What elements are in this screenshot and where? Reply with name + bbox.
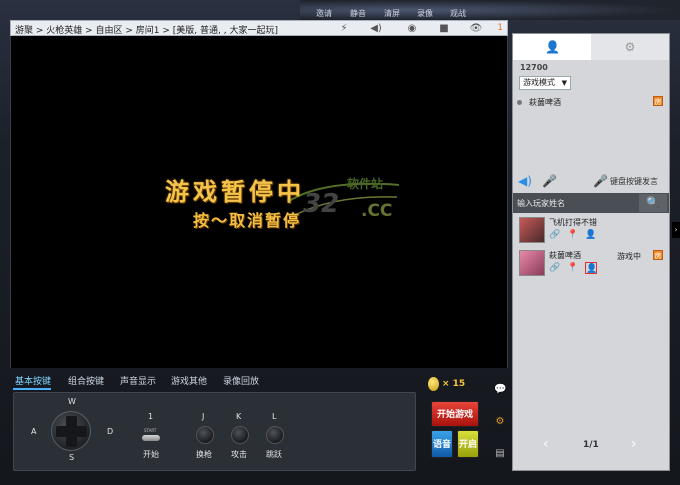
status-dot [517, 100, 522, 105]
tab-replay[interactable]: 录像回放 [223, 374, 259, 387]
clear-screen-icon[interactable]: ◉ [405, 22, 419, 35]
record-icon[interactable]: ■ [437, 22, 451, 35]
clear-screen-button[interactable]: 清屏 [384, 8, 400, 19]
user-icon: 👤 [545, 40, 560, 54]
speaker-icon[interactable]: ◀) [369, 22, 383, 35]
start-game-button[interactable]: 开始游戏 [431, 401, 479, 427]
eye-icon[interactable]: 👁 [469, 22, 483, 35]
watermark-num: 32 [303, 189, 340, 219]
location-icon[interactable]: 📍 [567, 229, 579, 241]
invite-icon[interactable]: ⚡ [337, 22, 351, 35]
link-icon[interactable]: 🔗 [549, 229, 561, 241]
pager: ‹ 1/1 › [513, 436, 669, 454]
player-status: 游戏中 [617, 252, 641, 261]
search-icon[interactable]: 🔍 [639, 194, 667, 212]
location-icon[interactable]: 📍 [567, 262, 579, 274]
paused-title: 游戏暂停中 [165, 178, 305, 206]
member-row[interactable]: 萩薗啤酒 房 [517, 96, 667, 110]
mic-icon[interactable]: 🎤 [542, 174, 557, 188]
start-label: 开始 [143, 450, 159, 459]
gamepad-panel: W A D S 1 START 开始 J 换枪 K 攻击 L 跳跃 [13, 392, 416, 471]
key-up-label: W [68, 397, 76, 406]
mode-select[interactable]: 游戏模式 ▼ [519, 76, 571, 90]
page-indicator: 1/1 [583, 440, 599, 450]
tab-game-other[interactable]: 游戏其他 [171, 374, 207, 387]
coin-count: × 15 [442, 379, 466, 389]
tab-settings[interactable]: ⚙ [591, 34, 669, 60]
list-item[interactable]: 萩薗啤酒 游戏中 房 🔗 📍 👤 [517, 250, 667, 280]
room-id: 12700 [520, 63, 548, 72]
chat-icon[interactable]: 💬 [494, 384, 506, 396]
spectate-button[interactable]: 观战 [450, 8, 466, 19]
user-lock-icon[interactable]: 👤 [585, 262, 597, 274]
start-key-label: 1 [148, 412, 154, 421]
invite-button[interactable]: 邀请 [316, 8, 332, 19]
expand-handle[interactable]: › [672, 222, 680, 238]
mic-icon[interactable]: 🎤 [593, 174, 608, 188]
tab-combo-keys[interactable]: 组合按键 [68, 374, 104, 387]
btn3-key-label: L [272, 412, 277, 421]
chevron-down-icon: ▼ [561, 79, 567, 87]
open-button[interactable]: 开启 [457, 430, 479, 458]
document-icon[interactable]: ▤ [494, 448, 506, 460]
key-down-label: S [69, 453, 75, 462]
watermark-site: 软件站 [347, 177, 384, 191]
list-item[interactable]: 飞机打得不错 🔗 📍 👤 [517, 217, 667, 247]
voice-bar: ◀) 🎤 🎤 键盘按键发言 [513, 171, 669, 191]
tab-sound-display[interactable]: 声音显示 [120, 374, 156, 387]
btn1-key-label: J [202, 412, 205, 421]
link-icon[interactable]: 🔗 [549, 262, 561, 274]
start-key-button[interactable] [142, 435, 160, 441]
attack-button[interactable] [231, 426, 249, 444]
key-left-label: A [31, 427, 37, 436]
btn2-label: 攻击 [231, 450, 247, 459]
room-panel-tabs: 👤 ⚙ [513, 34, 669, 60]
gear-icon[interactable]: ⚙ [494, 416, 506, 428]
breadcrumb-bar: 游聚 > 火枪英雄 > 自由区 > 房间1 > [美版, 普通, , 大家一起玩… [10, 20, 508, 36]
coin-icon [428, 377, 439, 391]
chevron-left-icon[interactable]: ‹ [543, 436, 549, 452]
btn3-label: 跳跃 [266, 450, 282, 459]
gear-icon: ⚙ [624, 40, 636, 54]
top-toolbar: 邀请 静音 清屏 录像 观战 [300, 8, 500, 20]
btn2-key-label: K [236, 412, 242, 421]
breadcrumb: 游聚 > 火枪英雄 > 自由区 > 房间1 > [美版, 普通, , 大家一起玩… [15, 26, 278, 36]
player-name: 萩薗啤酒 [549, 251, 581, 260]
avatar [519, 217, 545, 243]
start-mini-label: START [144, 428, 157, 433]
voice-hint: 键盘按键发言 [610, 177, 658, 186]
key-right-label: D [107, 427, 114, 436]
player-name: 飞机打得不错 [549, 218, 597, 227]
room-panel: 👤 ⚙ 12700 游戏模式 ▼ 萩薗啤酒 房 ◀) 🎤 🎤 键盘按键发言 输入… [512, 33, 670, 471]
jump-button[interactable] [266, 426, 284, 444]
house-icon: 房 [653, 250, 663, 260]
record-button[interactable]: 录像 [417, 8, 433, 19]
control-tabs: 基本按键 组合按键 声音显示 游戏其他 录像回放 [10, 374, 410, 388]
watermark-logo: 32 软件站 .CC [285, 171, 403, 229]
house-icon: 房 [653, 96, 663, 106]
tab-basic-keys[interactable]: 基本按键 [15, 374, 51, 387]
user-lock-icon[interactable]: 👤 [585, 229, 597, 241]
btn1-label: 换枪 [196, 450, 212, 459]
speaker-icon[interactable]: ◀) [518, 174, 532, 188]
active-tab-indicator [13, 388, 51, 390]
switch-gun-button[interactable] [196, 426, 214, 444]
voice-button[interactable]: 语音 [431, 430, 453, 458]
avatar [519, 250, 545, 276]
member-name: 萩薗啤酒 [529, 98, 561, 107]
viewer-count: 1 [497, 23, 503, 33]
search-input[interactable]: 输入玩家姓名 [517, 198, 565, 209]
mute-button[interactable]: 静音 [350, 8, 366, 19]
chevron-right-icon[interactable]: › [631, 436, 637, 452]
tab-members[interactable]: 👤 [513, 34, 591, 60]
watermark-domain: .CC [361, 201, 393, 221]
player-search[interactable]: 输入玩家姓名 🔍 [513, 193, 669, 213]
mode-select-value: 游戏模式 [523, 78, 555, 87]
dpad-icon[interactable] [51, 411, 91, 451]
